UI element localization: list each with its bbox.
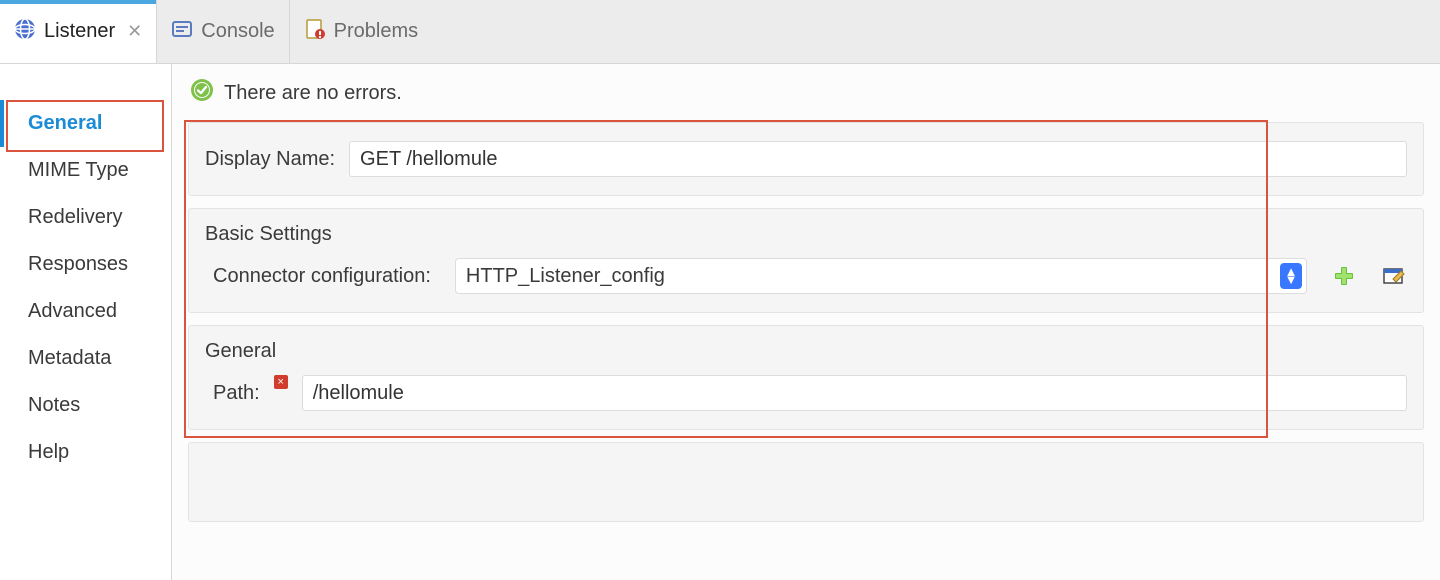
tab-label: Problems [334, 20, 418, 43]
empty-panel [188, 442, 1424, 522]
console-icon [171, 18, 193, 46]
tab-strip: Listener ✕ Console Problems [0, 0, 1440, 64]
display-name-section: Display Name: [188, 122, 1424, 196]
tab-listener[interactable]: Listener ✕ [0, 0, 157, 63]
sidebar-item-label: Help [28, 441, 69, 463]
connector-config-select[interactable]: HTTP_Listener_config ▲▼ [455, 258, 1307, 294]
sidebar-item-label: Metadata [28, 347, 111, 369]
sidebar: General MIME Type Redelivery Responses A… [0, 64, 172, 580]
error-marker-icon: × [274, 375, 288, 389]
content-panel: There are no errors. Display Name: Basic… [172, 64, 1440, 580]
sidebar-item-label: MIME Type [28, 159, 129, 181]
tab-problems[interactable]: Problems [290, 0, 432, 63]
edit-icon[interactable] [1381, 263, 1407, 289]
close-icon[interactable]: ✕ [127, 21, 142, 42]
sidebar-item-responses[interactable]: Responses [0, 241, 171, 288]
tab-label: Console [201, 20, 274, 43]
basic-settings-heading: Basic Settings [205, 223, 1407, 246]
problems-icon [304, 18, 326, 46]
sidebar-item-notes[interactable]: Notes [0, 382, 171, 429]
path-label: Path: [205, 382, 260, 405]
display-name-label: Display Name: [205, 148, 335, 171]
general-heading: General [205, 340, 1407, 363]
sidebar-item-label: Responses [28, 253, 128, 275]
display-name-input[interactable] [349, 141, 1407, 177]
sidebar-item-label: Notes [28, 394, 80, 416]
sidebar-item-mime-type[interactable]: MIME Type [0, 147, 171, 194]
connector-config-value: HTTP_Listener_config [466, 265, 665, 288]
sidebar-item-label: Advanced [28, 300, 117, 322]
checkmark-icon [190, 78, 214, 108]
path-input[interactable] [302, 375, 1407, 411]
sidebar-item-advanced[interactable]: Advanced [0, 288, 171, 335]
sidebar-item-help[interactable]: Help [0, 429, 171, 476]
status-text: There are no errors. [224, 82, 402, 105]
tab-label: Listener [44, 20, 115, 43]
annotation-highlight [6, 100, 164, 152]
connector-config-label: Connector configuration: [205, 265, 431, 288]
dropdown-stepper-icon[interactable]: ▲▼ [1280, 263, 1302, 289]
tab-console[interactable]: Console [157, 0, 289, 63]
add-icon[interactable] [1331, 263, 1357, 289]
status-row: There are no errors. [182, 64, 1430, 122]
general-section: General Path: × [188, 325, 1424, 430]
sidebar-item-label: Redelivery [28, 206, 122, 228]
sidebar-item-redelivery[interactable]: Redelivery [0, 194, 171, 241]
globe-icon [14, 18, 36, 46]
basic-settings-section: Basic Settings Connector configuration: … [188, 208, 1424, 313]
sidebar-item-metadata[interactable]: Metadata [0, 335, 171, 382]
